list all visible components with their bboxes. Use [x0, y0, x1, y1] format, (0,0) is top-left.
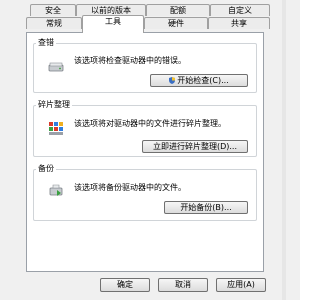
ok-button[interactable]: 确定	[100, 278, 150, 292]
check-now-label: 开始检查(C)...	[177, 76, 229, 85]
error-check-title: 查错	[36, 38, 56, 48]
backup-group: 备份 该选项将备份驱动器中的文件。 开始备份(B)...	[33, 164, 257, 221]
defrag-title: 碎片整理	[36, 100, 72, 110]
error-check-group: 查错 该选项将检查驱动器中的错误。 开始检查(C)...	[33, 38, 257, 93]
tab-quota[interactable]: 配额	[146, 4, 210, 16]
tab-general[interactable]: 常规	[26, 17, 82, 29]
defrag-icon	[48, 120, 64, 136]
check-now-button[interactable]: 开始检查(C)...	[150, 74, 248, 87]
properties-dialog: 安全 以前的版本 配额 自定义 常规 工具 硬件 共享 查错 该选项将检查驱动器…	[0, 0, 300, 300]
tab-strip: 安全 以前的版本 配额 自定义 常规 工具 硬件 共享	[26, 4, 274, 33]
dialog-edge	[282, 0, 286, 300]
tab-security[interactable]: 安全	[30, 4, 76, 16]
tab-tools[interactable]: 工具	[82, 15, 144, 33]
tools-panel: 查错 该选项将检查驱动器中的错误。 开始检查(C)... 碎片整理 该选项将对驱…	[26, 32, 264, 272]
defrag-group: 碎片整理 该选项将对驱动器中的文件进行碎片整理。 立即进行碎片整理(D)...	[33, 100, 257, 157]
tab-hardware[interactable]: 硬件	[144, 17, 208, 29]
defrag-now-button[interactable]: 立即进行碎片整理(D)...	[142, 140, 248, 153]
tab-customize[interactable]: 自定义	[210, 4, 270, 16]
apply-button[interactable]: 应用(A)	[216, 278, 266, 292]
backup-icon	[48, 182, 64, 198]
defrag-description: 该选项将对驱动器中的文件进行碎片整理。	[74, 119, 226, 128]
drive-check-icon	[48, 58, 64, 74]
backup-description: 该选项将备份驱动器中的文件。	[74, 183, 186, 192]
tab-sharing[interactable]: 共享	[208, 17, 270, 29]
shield-icon	[169, 76, 176, 84]
cancel-button[interactable]: 取消	[158, 278, 208, 292]
dialog-button-bar: 确定 取消 应用(A)	[26, 276, 274, 296]
backup-title: 备份	[36, 164, 56, 174]
backup-now-button[interactable]: 开始备份(B)...	[164, 201, 248, 214]
error-check-description: 该选项将检查驱动器中的错误。	[74, 56, 186, 65]
